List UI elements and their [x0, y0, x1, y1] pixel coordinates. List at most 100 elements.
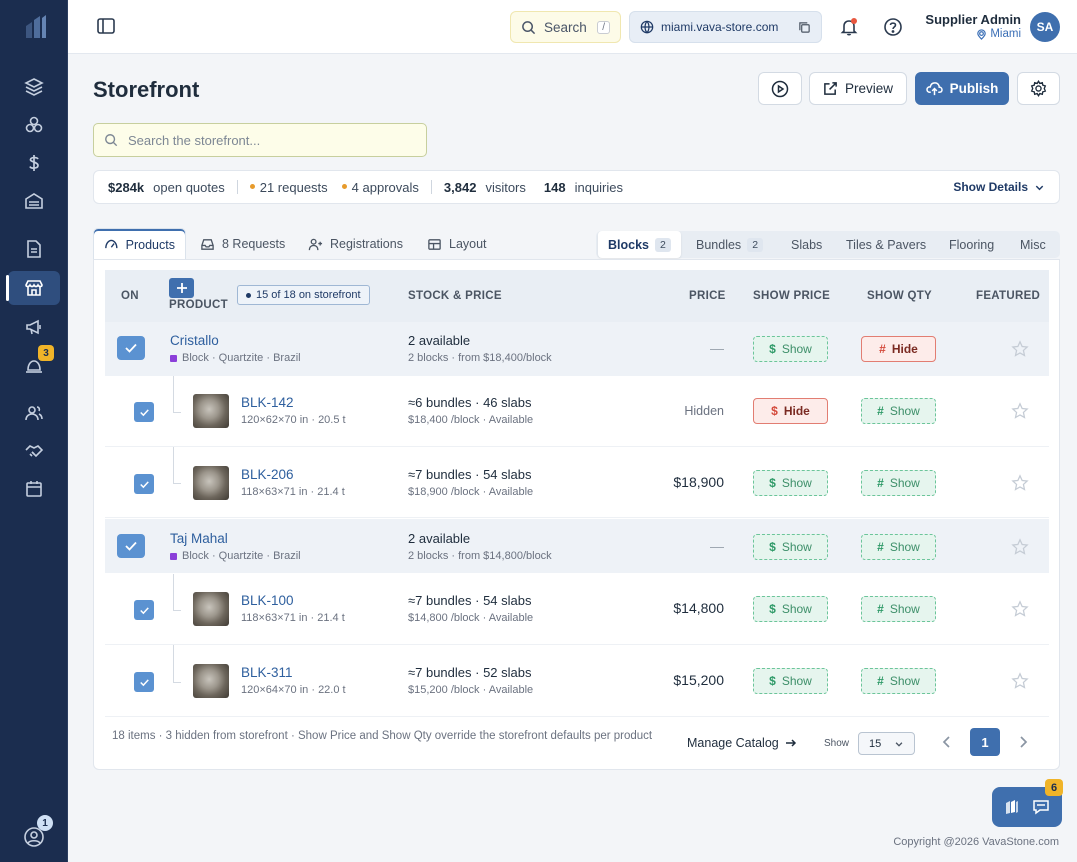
sidebar-item-partners[interactable]: [8, 434, 60, 468]
featured-star-icon[interactable]: [1011, 600, 1029, 618]
featured-star-icon[interactable]: [1011, 538, 1029, 556]
product-name[interactable]: Taj Mahal: [170, 531, 228, 546]
stock-summary: ≈7 bundles · 54 slabs: [408, 467, 532, 482]
show-qty-toggle[interactable]: # Show: [861, 596, 936, 622]
table-row-child[interactable]: BLK-206 118×63×71 in · 21.4 t ≈7 bundles…: [105, 447, 1049, 518]
inbox-icon: [201, 238, 214, 250]
sidebar-item-marketing[interactable]: [8, 310, 60, 344]
sidebar: 3 1: [0, 0, 68, 862]
category-swatch: [170, 354, 177, 362]
subtab-bundles[interactable]: Bundles 2: [696, 231, 764, 258]
subtab-slabs[interactable]: Slabs: [791, 231, 822, 258]
app-logo-icon[interactable]: [22, 12, 48, 40]
global-search-button[interactable]: Search /: [510, 11, 621, 43]
show-qty-toggle[interactable]: # Show: [861, 668, 936, 694]
sidebar-profile[interactable]: 1: [8, 815, 60, 854]
table-row-child[interactable]: BLK-100 118×63×71 in · 21.4 t ≈7 bundles…: [105, 574, 1049, 645]
book-icon: [1006, 800, 1018, 814]
show-price-label: Hide: [783, 404, 810, 418]
show-details-button[interactable]: Show Details: [953, 180, 1045, 194]
page-title: Storefront: [93, 77, 200, 102]
product-name[interactable]: Cristallo: [170, 333, 219, 348]
table-row-child[interactable]: BLK-142 120×62×70 in · 20.5 t ≈6 bundles…: [105, 376, 1049, 447]
sidebar-item-finance[interactable]: [8, 146, 60, 180]
approvals-stat: 4 approvals: [351, 179, 419, 195]
sidebar-item-users[interactable]: [8, 396, 60, 430]
manage-catalog-link[interactable]: Manage Catalog: [687, 736, 797, 750]
row-checkbox[interactable]: [134, 600, 154, 620]
hash-icon: #: [877, 540, 884, 554]
hash-icon: #: [877, 674, 884, 688]
page-button-current[interactable]: 1: [970, 728, 1000, 756]
featured-star-icon[interactable]: [1011, 672, 1029, 690]
block-name[interactable]: BLK-206: [241, 467, 294, 482]
block-name[interactable]: BLK-100: [241, 593, 294, 608]
sidebar-item-documents[interactable]: [8, 232, 60, 266]
page-size-select[interactable]: 15: [858, 732, 915, 755]
block-name[interactable]: BLK-142: [241, 395, 294, 410]
user-location[interactable]: Miami: [976, 28, 1021, 40]
show-price-toggle[interactable]: $ Show: [753, 534, 828, 560]
show-qty-toggle[interactable]: # Hide: [861, 336, 936, 362]
table-row-parent[interactable]: Cristallo Block · Quartzite · Brazil 2 a…: [105, 322, 1049, 376]
subtab-blocks[interactable]: Blocks 2: [598, 231, 681, 258]
tab-layout[interactable]: Layout: [417, 228, 497, 260]
show-price-toggle[interactable]: $ Show: [753, 470, 828, 496]
page-size-value: 15: [869, 737, 882, 750]
sidebar-item-inventory[interactable]: [8, 108, 60, 142]
play-preview-button[interactable]: [758, 72, 802, 105]
show-price-toggle[interactable]: $ Show: [753, 336, 828, 362]
layout-icon: [428, 238, 441, 250]
inquiries-value: 148: [543, 179, 566, 195]
row-checkbox[interactable]: [117, 534, 145, 558]
tab-requests[interactable]: 8 Requests: [190, 228, 295, 260]
show-price-toggle[interactable]: $ Show: [753, 596, 828, 622]
prev-page-button[interactable]: [932, 728, 962, 756]
avatar[interactable]: SA: [1030, 12, 1060, 42]
block-dimensions: 120×64×70 in · 22.0 t: [241, 684, 346, 696]
publish-button[interactable]: Publish: [915, 72, 1009, 105]
row-checkbox[interactable]: [117, 336, 145, 360]
store-url-pill[interactable]: miami.vava-store.com: [629, 11, 822, 43]
publish-label: Publish: [949, 81, 999, 96]
row-checkbox[interactable]: [134, 672, 154, 692]
block-name[interactable]: BLK-311: [241, 665, 293, 680]
row-checkbox[interactable]: [134, 474, 154, 494]
tab-products[interactable]: Products: [93, 228, 186, 260]
sidebar-item-warehouse[interactable]: [8, 184, 60, 218]
featured-star-icon[interactable]: [1011, 340, 1029, 358]
next-page-button[interactable]: [1008, 728, 1038, 756]
check-icon: [125, 343, 137, 353]
table-row-child[interactable]: BLK-311 120×64×70 in · 22.0 t ≈7 bundles…: [105, 645, 1049, 717]
settings-button[interactable]: [1017, 72, 1060, 105]
show-qty-label: Hide: [891, 342, 918, 356]
add-product-button[interactable]: [169, 278, 194, 298]
table-footer-note: 18 items · 3 hidden from storefront · Sh…: [112, 730, 653, 742]
storefront-search-input[interactable]: Search the storefront...: [93, 123, 427, 157]
subtab-tiles-label: Tiles & Pavers: [846, 237, 927, 252]
notifications-icon[interactable]: [839, 17, 859, 37]
help-icon[interactable]: [883, 17, 903, 37]
sidebar-item-storefront[interactable]: [6, 271, 60, 305]
copy-icon[interactable]: [798, 21, 811, 34]
sidebar-toggle-icon[interactable]: [96, 17, 116, 35]
table-row-parent[interactable]: Taj Mahal Block · Quartzite · Brazil 2 a…: [105, 519, 1049, 573]
status-dot: [341, 183, 347, 189]
row-checkbox[interactable]: [134, 402, 154, 422]
show-qty-toggle[interactable]: # Show: [861, 398, 936, 424]
show-price-toggle[interactable]: $ Show: [753, 668, 828, 694]
subtab-misc[interactable]: Misc: [1020, 231, 1046, 258]
sidebar-item-layers[interactable]: [8, 70, 60, 104]
sidebar-item-calendar[interactable]: [8, 472, 60, 506]
subtab-flooring[interactable]: Flooring: [949, 231, 994, 258]
featured-star-icon[interactable]: [1011, 402, 1029, 420]
preview-button[interactable]: Preview: [809, 72, 907, 105]
show-qty-toggle[interactable]: # Show: [861, 470, 936, 496]
tab-registrations[interactable]: Registrations: [298, 228, 413, 260]
featured-star-icon[interactable]: [1011, 474, 1029, 492]
sidebar-item-campaigns[interactable]: 3: [8, 345, 60, 382]
show-price-toggle[interactable]: $ Hide: [753, 398, 828, 424]
show-qty-toggle[interactable]: # Show: [861, 534, 936, 560]
inquiries-label: inquiries: [574, 179, 624, 195]
subtab-tiles[interactable]: Tiles & Pavers: [846, 231, 926, 258]
